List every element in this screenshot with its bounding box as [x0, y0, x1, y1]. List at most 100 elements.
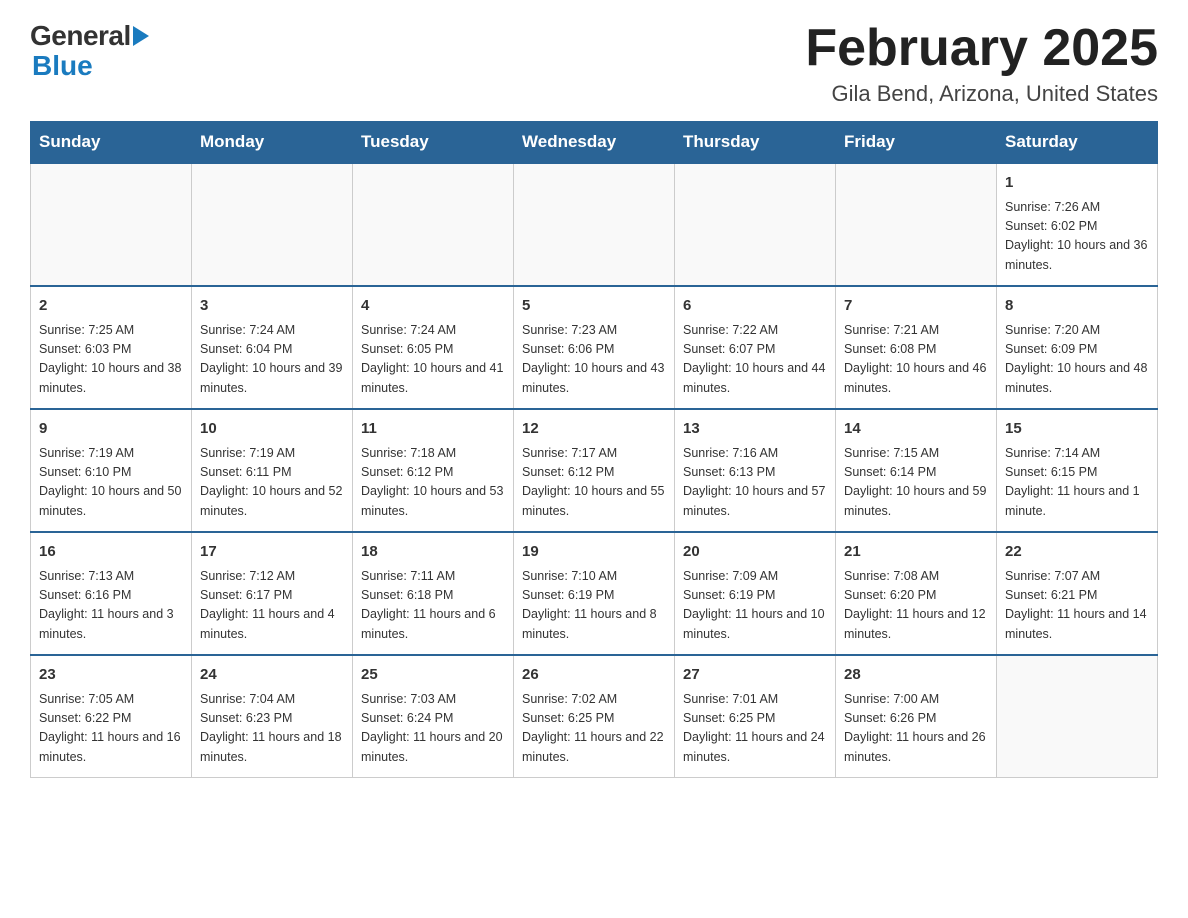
day-info: Sunrise: 7:12 AM Sunset: 6:17 PM Dayligh…	[200, 567, 344, 645]
calendar-dow-wednesday: Wednesday	[514, 122, 675, 164]
calendar-cell: 4 Sunrise: 7:24 AM Sunset: 6:05 PM Daylig…	[353, 286, 514, 409]
calendar-cell: 25 Sunrise: 7:03 AM Sunset: 6:24 PM Dayli…	[353, 655, 514, 778]
day-number: 27	[683, 664, 827, 687]
day-info: Sunrise: 7:00 AM Sunset: 6:26 PM Dayligh…	[844, 690, 988, 768]
calendar-cell	[192, 163, 353, 286]
day-info: Sunrise: 7:07 AM Sunset: 6:21 PM Dayligh…	[1005, 567, 1149, 645]
calendar-cell	[675, 163, 836, 286]
calendar-cell: 13 Sunrise: 7:16 AM Sunset: 6:13 PM Dayli…	[675, 409, 836, 532]
calendar-cell: 8 Sunrise: 7:20 AM Sunset: 6:09 PM Daylig…	[997, 286, 1158, 409]
day-info: Sunrise: 7:18 AM Sunset: 6:12 PM Dayligh…	[361, 444, 505, 522]
calendar-cell	[31, 163, 192, 286]
day-number: 20	[683, 541, 827, 564]
calendar-dow-saturday: Saturday	[997, 122, 1158, 164]
calendar-cell: 6 Sunrise: 7:22 AM Sunset: 6:07 PM Daylig…	[675, 286, 836, 409]
day-number: 28	[844, 664, 988, 687]
day-number: 10	[200, 418, 344, 441]
day-info: Sunrise: 7:24 AM Sunset: 6:04 PM Dayligh…	[200, 321, 344, 399]
calendar-cell	[997, 655, 1158, 778]
calendar-header-row: SundayMondayTuesdayWednesdayThursdayFrid…	[31, 122, 1158, 164]
calendar-dow-thursday: Thursday	[675, 122, 836, 164]
day-info: Sunrise: 7:11 AM Sunset: 6:18 PM Dayligh…	[361, 567, 505, 645]
day-info: Sunrise: 7:19 AM Sunset: 6:11 PM Dayligh…	[200, 444, 344, 522]
day-number: 23	[39, 664, 183, 687]
calendar-week-2: 2 Sunrise: 7:25 AM Sunset: 6:03 PM Daylig…	[31, 286, 1158, 409]
day-info: Sunrise: 7:15 AM Sunset: 6:14 PM Dayligh…	[844, 444, 988, 522]
calendar-cell: 3 Sunrise: 7:24 AM Sunset: 6:04 PM Daylig…	[192, 286, 353, 409]
calendar-dow-tuesday: Tuesday	[353, 122, 514, 164]
logo: General Blue	[30, 20, 149, 82]
day-number: 9	[39, 418, 183, 441]
day-number: 8	[1005, 295, 1149, 318]
calendar-cell: 18 Sunrise: 7:11 AM Sunset: 6:18 PM Dayli…	[353, 532, 514, 655]
day-number: 17	[200, 541, 344, 564]
calendar-cell: 1 Sunrise: 7:26 AM Sunset: 6:02 PM Daylig…	[997, 163, 1158, 286]
day-number: 26	[522, 664, 666, 687]
title-block: February 2025 Gila Bend, Arizona, United…	[805, 20, 1158, 107]
day-info: Sunrise: 7:09 AM Sunset: 6:19 PM Dayligh…	[683, 567, 827, 645]
day-info: Sunrise: 7:04 AM Sunset: 6:23 PM Dayligh…	[200, 690, 344, 768]
calendar-cell: 24 Sunrise: 7:04 AM Sunset: 6:23 PM Dayli…	[192, 655, 353, 778]
calendar-cell: 28 Sunrise: 7:00 AM Sunset: 6:26 PM Dayli…	[836, 655, 997, 778]
calendar-week-4: 16 Sunrise: 7:13 AM Sunset: 6:16 PM Dayli…	[31, 532, 1158, 655]
day-info: Sunrise: 7:19 AM Sunset: 6:10 PM Dayligh…	[39, 444, 183, 522]
day-info: Sunrise: 7:05 AM Sunset: 6:22 PM Dayligh…	[39, 690, 183, 768]
calendar-cell: 21 Sunrise: 7:08 AM Sunset: 6:20 PM Dayli…	[836, 532, 997, 655]
day-info: Sunrise: 7:03 AM Sunset: 6:24 PM Dayligh…	[361, 690, 505, 768]
calendar-cell: 23 Sunrise: 7:05 AM Sunset: 6:22 PM Dayli…	[31, 655, 192, 778]
day-info: Sunrise: 7:17 AM Sunset: 6:12 PM Dayligh…	[522, 444, 666, 522]
day-info: Sunrise: 7:23 AM Sunset: 6:06 PM Dayligh…	[522, 321, 666, 399]
day-info: Sunrise: 7:25 AM Sunset: 6:03 PM Dayligh…	[39, 321, 183, 399]
day-number: 4	[361, 295, 505, 318]
page-subtitle: Gila Bend, Arizona, United States	[805, 81, 1158, 107]
day-number: 7	[844, 295, 988, 318]
calendar-cell: 27 Sunrise: 7:01 AM Sunset: 6:25 PM Dayli…	[675, 655, 836, 778]
calendar-week-3: 9 Sunrise: 7:19 AM Sunset: 6:10 PM Daylig…	[31, 409, 1158, 532]
day-info: Sunrise: 7:16 AM Sunset: 6:13 PM Dayligh…	[683, 444, 827, 522]
day-number: 21	[844, 541, 988, 564]
day-info: Sunrise: 7:26 AM Sunset: 6:02 PM Dayligh…	[1005, 198, 1149, 276]
logo-general-text: General	[30, 20, 131, 52]
day-info: Sunrise: 7:01 AM Sunset: 6:25 PM Dayligh…	[683, 690, 827, 768]
day-number: 18	[361, 541, 505, 564]
day-number: 19	[522, 541, 666, 564]
calendar-cell: 16 Sunrise: 7:13 AM Sunset: 6:16 PM Dayli…	[31, 532, 192, 655]
calendar-cell: 9 Sunrise: 7:19 AM Sunset: 6:10 PM Daylig…	[31, 409, 192, 532]
calendar-week-1: 1 Sunrise: 7:26 AM Sunset: 6:02 PM Daylig…	[31, 163, 1158, 286]
day-number: 15	[1005, 418, 1149, 441]
day-number: 22	[1005, 541, 1149, 564]
day-number: 1	[1005, 172, 1149, 195]
day-number: 6	[683, 295, 827, 318]
day-info: Sunrise: 7:10 AM Sunset: 6:19 PM Dayligh…	[522, 567, 666, 645]
day-info: Sunrise: 7:24 AM Sunset: 6:05 PM Dayligh…	[361, 321, 505, 399]
day-info: Sunrise: 7:08 AM Sunset: 6:20 PM Dayligh…	[844, 567, 988, 645]
day-info: Sunrise: 7:14 AM Sunset: 6:15 PM Dayligh…	[1005, 444, 1149, 522]
day-number: 16	[39, 541, 183, 564]
page-title: February 2025	[805, 20, 1158, 77]
day-number: 25	[361, 664, 505, 687]
day-info: Sunrise: 7:21 AM Sunset: 6:08 PM Dayligh…	[844, 321, 988, 399]
calendar-cell: 7 Sunrise: 7:21 AM Sunset: 6:08 PM Daylig…	[836, 286, 997, 409]
day-info: Sunrise: 7:22 AM Sunset: 6:07 PM Dayligh…	[683, 321, 827, 399]
day-info: Sunrise: 7:13 AM Sunset: 6:16 PM Dayligh…	[39, 567, 183, 645]
calendar-cell: 10 Sunrise: 7:19 AM Sunset: 6:11 PM Dayli…	[192, 409, 353, 532]
calendar-cell: 26 Sunrise: 7:02 AM Sunset: 6:25 PM Dayli…	[514, 655, 675, 778]
day-number: 2	[39, 295, 183, 318]
day-number: 13	[683, 418, 827, 441]
day-number: 3	[200, 295, 344, 318]
day-number: 14	[844, 418, 988, 441]
day-number: 11	[361, 418, 505, 441]
calendar-cell	[836, 163, 997, 286]
calendar-cell: 5Sunrise: 7:23 AM Sunset: 6:06 PM Daylig…	[514, 286, 675, 409]
calendar-cell: 19 Sunrise: 7:10 AM Sunset: 6:19 PM Dayli…	[514, 532, 675, 655]
day-number: 12	[522, 418, 666, 441]
calendar-dow-sunday: Sunday	[31, 122, 192, 164]
day-info: Sunrise: 7:20 AM Sunset: 6:09 PM Dayligh…	[1005, 321, 1149, 399]
day-number: 24	[200, 664, 344, 687]
calendar-cell: 20 Sunrise: 7:09 AM Sunset: 6:19 PM Dayli…	[675, 532, 836, 655]
calendar-cell: 12 Sunrise: 7:17 AM Sunset: 6:12 PM Dayli…	[514, 409, 675, 532]
calendar-cell: 11 Sunrise: 7:18 AM Sunset: 6:12 PM Dayli…	[353, 409, 514, 532]
day-info: Sunrise: 7:02 AM Sunset: 6:25 PM Dayligh…	[522, 690, 666, 768]
calendar-dow-friday: Friday	[836, 122, 997, 164]
calendar-cell: 15 Sunrise: 7:14 AM Sunset: 6:15 PM Dayli…	[997, 409, 1158, 532]
